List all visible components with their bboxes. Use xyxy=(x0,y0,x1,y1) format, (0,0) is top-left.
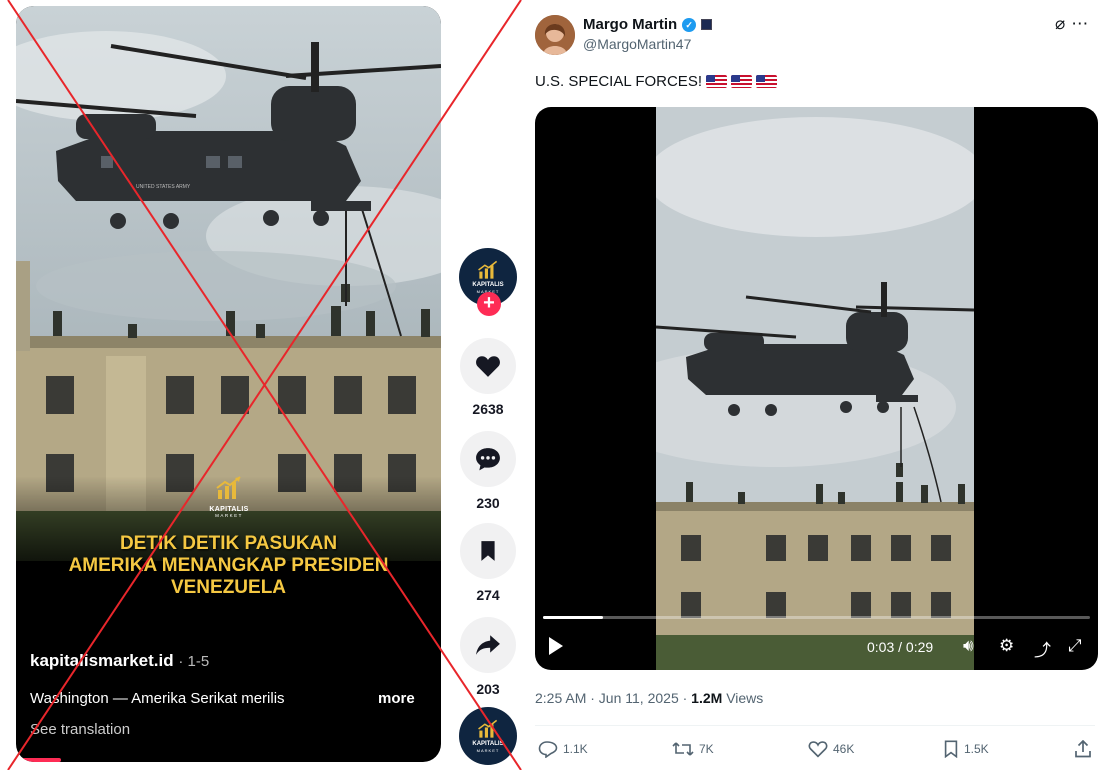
us-flag-icon xyxy=(706,75,727,88)
like-post-button[interactable]: 46K xyxy=(808,740,854,758)
chart-logo-icon xyxy=(478,719,498,738)
headline-line: VENEZUELA xyxy=(170,577,287,598)
comment-button[interactable] xyxy=(460,431,516,487)
music-disc-avatar[interactable]: KAPITALIS MARKET xyxy=(459,707,517,765)
logo-name: KAPITALIS xyxy=(209,506,249,513)
heart-icon xyxy=(476,356,500,377)
video-progress-fill xyxy=(543,616,604,619)
reply-icon xyxy=(538,741,558,758)
avatar-name: KAPITALIS xyxy=(472,741,504,747)
video-scrubber[interactable] xyxy=(543,616,1090,619)
more-button[interactable]: more xyxy=(378,690,415,707)
headline-line: DETIK DETIK PASUKAN xyxy=(119,533,338,554)
heart-outline-icon xyxy=(808,741,828,758)
avatar-sub: MARKET xyxy=(476,748,500,753)
more-options-icon[interactable]: ⋯ xyxy=(1071,14,1094,33)
headline-line: AMERIKA MENANGKAP PRESIDEN xyxy=(68,555,389,576)
video-frame-image xyxy=(656,107,974,670)
kapitalis-logo: KAPITALIS MARKET xyxy=(201,476,257,518)
see-translation-link[interactable]: See translation xyxy=(30,721,130,738)
video-description: Washington — Amerika Serikat merilis xyxy=(30,690,285,707)
post-meta: 2:25 AM · Jun 11, 2025 · 1.2M Views xyxy=(535,690,763,706)
video-player[interactable]: 0:03 / 0:29 🔊︎ ⚙ ⤴ ⤢ xyxy=(535,107,1098,670)
chart-logo-icon xyxy=(216,476,241,499)
tiktok-username[interactable]: kapitalismarket.id · 1-5 xyxy=(30,651,209,671)
affiliation-badge-icon xyxy=(701,19,713,30)
divider xyxy=(535,725,1095,726)
post-text-body: U.S. SPECIAL FORCES! xyxy=(535,73,702,90)
verified-badge-icon: ✓ xyxy=(682,17,697,32)
fullscreen-icon[interactable]: ⤢ xyxy=(1068,636,1082,656)
repost-button[interactable]: 7K xyxy=(672,740,714,758)
repost-count: 7K xyxy=(699,742,714,756)
comment-icon xyxy=(476,448,500,471)
bookmark-icon xyxy=(481,541,495,561)
us-flag-icon xyxy=(731,75,752,88)
post-timestamp[interactable]: 2:25 AM · Jun 11, 2025 · xyxy=(535,690,687,706)
settings-icon[interactable]: ⚙ xyxy=(999,636,1014,656)
chart-logo-icon xyxy=(478,260,498,279)
repost-icon xyxy=(672,742,694,756)
display-name[interactable]: Margo Martin xyxy=(583,16,677,33)
bookmark-outline-icon xyxy=(944,740,958,758)
volume-icon[interactable]: 🔊︎ xyxy=(963,636,974,656)
video-time: 0:03 / 0:29 xyxy=(867,639,934,655)
author-handle[interactable]: @MargoMartin47 xyxy=(583,36,691,52)
views-label: Views xyxy=(726,690,764,706)
avatar-name: KAPITALIS xyxy=(472,282,504,288)
video-headline: DETIK DETIK PASUKAN AMERIKA MENANGKAP PR… xyxy=(26,533,431,599)
share-count: 203 xyxy=(476,681,500,697)
like-count: 2638 xyxy=(472,401,504,417)
comment-count: 230 xyxy=(476,495,500,511)
share-upload-icon xyxy=(1075,740,1091,758)
play-icon[interactable] xyxy=(549,637,563,655)
bookmark-post-count: 1.5K xyxy=(964,742,989,756)
picture-in-picture-icon[interactable]: ⤴ xyxy=(1034,636,1051,661)
us-flag-icon xyxy=(756,75,777,88)
helicopter-marking: UNITED STATES ARMY xyxy=(136,184,191,190)
post-text: U.S. SPECIAL FORCES! xyxy=(535,73,777,90)
bookmark-count: 274 xyxy=(476,587,500,603)
share-button[interactable] xyxy=(460,617,516,673)
grok-icon[interactable]: ⌀ xyxy=(1055,14,1071,33)
profile-photo xyxy=(535,15,575,55)
post-top-actions: ⌀⋯ xyxy=(1055,14,1094,34)
video-progress-bar[interactable] xyxy=(16,758,61,762)
part-indicator: · 1-5 xyxy=(178,653,210,670)
like-post-count: 46K xyxy=(833,742,855,756)
author-avatar[interactable] xyxy=(535,15,575,55)
bookmark-button[interactable] xyxy=(460,523,516,579)
tiktok-video-panel[interactable]: UNITED STATES ARMY KAPITALIS MARKET DETI… xyxy=(16,6,441,762)
author-name[interactable]: Margo Martin ✓ xyxy=(583,16,713,33)
follow-button[interactable]: + xyxy=(477,292,501,316)
bookmark-post-button[interactable]: 1.5K xyxy=(943,740,989,758)
username-text[interactable]: kapitalismarket.id xyxy=(30,651,174,670)
share-icon xyxy=(476,635,500,655)
like-button[interactable] xyxy=(460,338,516,394)
view-count: 1.2M xyxy=(691,690,723,706)
share-post-button[interactable] xyxy=(1074,740,1092,758)
reply-button[interactable]: 1.1K xyxy=(538,740,588,758)
reply-count: 1.1K xyxy=(563,742,588,756)
logo-sub: MARKET xyxy=(215,513,243,518)
